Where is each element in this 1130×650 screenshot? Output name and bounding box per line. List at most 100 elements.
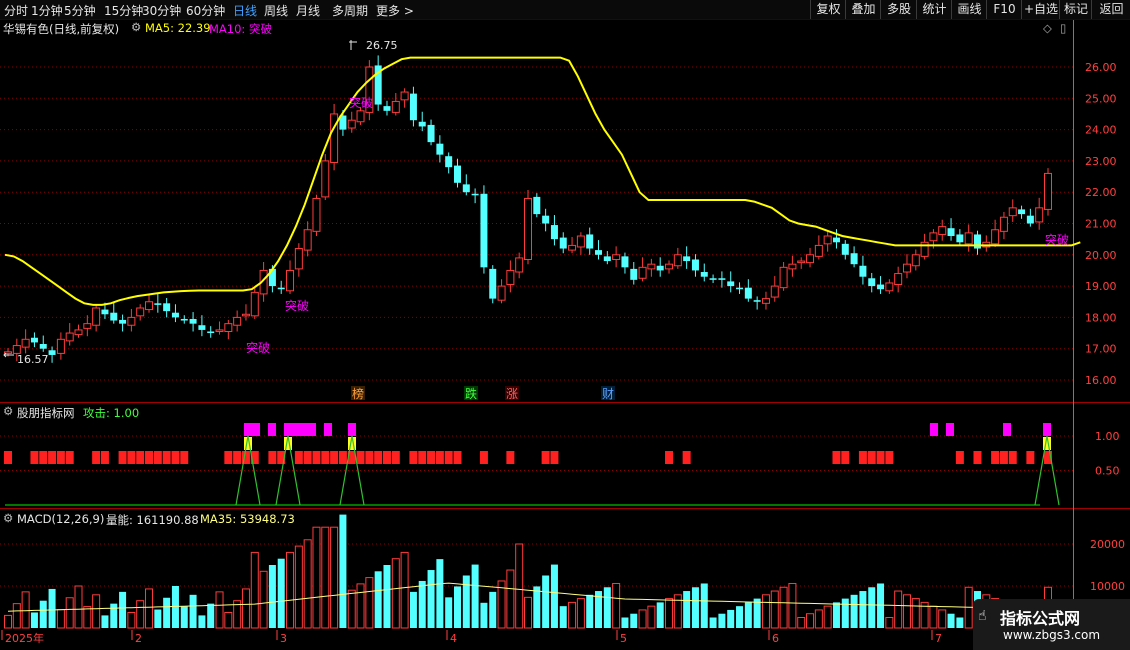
vol-bar-up: [250, 551, 259, 629]
candle-body-down: [383, 106, 391, 111]
vol-bar-up: [224, 611, 233, 629]
candle-body-up: [1035, 207, 1044, 223]
vol-bar-up: [524, 596, 532, 629]
vol-bar-down: [39, 600, 47, 628]
x-axis-label: 5: [620, 632, 627, 645]
attack-bar-red: [312, 451, 321, 464]
attack-bar-magenta: [292, 423, 300, 436]
candle-body-up: [797, 260, 806, 264]
candle-body-down: [1018, 209, 1026, 215]
vol-bar-down: [841, 598, 849, 628]
vol-bar-up: [568, 601, 577, 629]
vol-bar-up: [823, 605, 832, 629]
candle-body-up: [638, 266, 647, 279]
vol-bar-up: [647, 605, 656, 629]
attack-bar-red: [136, 451, 145, 464]
vol-bar-up: [779, 586, 788, 629]
vol-bar-up: [21, 591, 30, 629]
candle-body-up: [673, 254, 682, 267]
vol-bar-up: [127, 611, 136, 629]
candle-body-up: [224, 323, 233, 332]
vol-bar-down: [471, 564, 479, 628]
vol-bar-down: [700, 583, 708, 628]
vol-bar-down: [850, 594, 858, 628]
attack-bar-red: [1026, 451, 1035, 464]
vol-bar-down: [603, 587, 611, 628]
candle-body-up: [938, 226, 947, 235]
candle-body-up: [312, 197, 321, 232]
attack-bar-red: [321, 451, 330, 464]
vol-bar-down: [110, 603, 118, 628]
candle-body-up: [920, 241, 929, 257]
vol-bar-down: [409, 591, 417, 628]
candle-body-down: [718, 278, 726, 280]
vol-bar-up: [665, 598, 674, 629]
vol-bar-down: [453, 586, 461, 628]
candle-body-up: [885, 282, 894, 292]
vol-bar-down: [30, 612, 38, 628]
candle-body-up: [964, 232, 973, 245]
vol-bar-down: [691, 587, 699, 628]
vol-bar-up: [638, 609, 647, 629]
vol-bar-down: [383, 565, 391, 628]
price-tick-label: 21.00: [1085, 218, 1117, 231]
pane-divider: [0, 508, 1130, 509]
candle-body-up: [506, 269, 515, 286]
candle-body-up: [497, 285, 506, 301]
candle-body-up: [911, 254, 920, 267]
attack-bar-red: [56, 451, 65, 464]
vol-bar-down: [489, 591, 497, 628]
pane-divider: [0, 402, 1130, 403]
event-marker: 财: [602, 387, 614, 401]
vol-bar-up: [788, 582, 797, 629]
candle-body-up: [823, 235, 832, 245]
vol-bar-down: [630, 613, 638, 628]
vol-bar-up: [356, 583, 365, 629]
attack-bar-red: [48, 451, 57, 464]
candle-body-up: [779, 266, 788, 289]
candle-body-down: [683, 256, 691, 262]
candle-body-up: [303, 229, 312, 251]
x-axis-label: 2025年: [5, 631, 44, 645]
chart-canvas[interactable]: 16.0017.0018.0019.0020.0021.0022.0023.00…: [0, 0, 1130, 650]
hand-icon: ☝: [978, 608, 987, 624]
candle-body-up: [568, 244, 577, 251]
attack-bar-red: [867, 451, 876, 464]
candle-body-up: [321, 160, 330, 198]
candle-body-up: [241, 313, 250, 317]
candle-body-down: [542, 215, 550, 224]
candle-body-down: [877, 284, 885, 290]
vol-bar-down: [101, 615, 109, 628]
candle-body-up: [56, 338, 65, 354]
candle-body-down: [868, 278, 876, 287]
candle-body-down: [180, 318, 188, 321]
vol-bar-up: [770, 590, 779, 629]
attack-bar-magenta: [348, 423, 356, 436]
vol-bar-up: [911, 598, 920, 629]
x-axis-label: 4: [450, 632, 457, 645]
x-axis-label: 2: [135, 632, 142, 645]
vol-bar-down: [268, 565, 276, 628]
candle-body-up: [233, 316, 242, 326]
attack-bar-red: [268, 451, 277, 464]
vol-bar-up: [885, 617, 894, 629]
vol-bar-up: [612, 582, 621, 629]
attack-bar-red: [153, 451, 162, 464]
vol-bar-down: [542, 575, 550, 628]
x-axis-band: [0, 630, 1130, 650]
vol-bar-down: [207, 603, 215, 628]
vol-bar-up: [814, 609, 823, 629]
candle-body-up: [74, 329, 83, 336]
candle-body-up: [127, 316, 136, 326]
vol-bar-up: [145, 588, 154, 629]
attack-bar-magenta: [930, 423, 938, 436]
vol-bar-up: [74, 585, 83, 629]
candle-body-down: [171, 312, 179, 318]
vol-bar-up: [929, 605, 938, 629]
candle-body-down: [418, 121, 426, 127]
price-tick-label: 19.00: [1085, 280, 1117, 293]
candle-body-up: [991, 229, 1000, 245]
vol-bar-down: [832, 602, 840, 628]
watermark-line2: www.zbgs3.com: [1003, 628, 1101, 642]
candle-body-up: [612, 254, 621, 260]
